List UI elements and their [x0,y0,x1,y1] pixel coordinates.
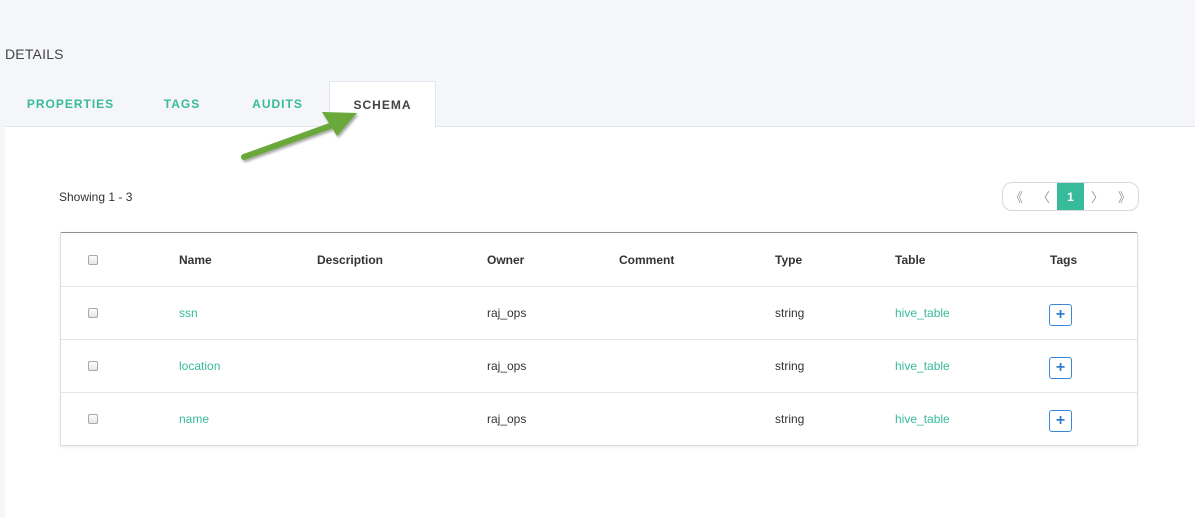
first-page-button[interactable]: 《 [1003,183,1030,210]
table-row: ssn raj_ops string hive_table + [61,287,1137,340]
schema-panel: Showing 1 - 3 《 〈 1 〉 》 Name Description… [5,126,1195,517]
column-type: string [775,306,805,320]
add-tag-button[interactable]: + [1049,304,1072,326]
column-owner: raj_ops [487,412,527,426]
column-type: string [775,412,805,426]
select-all-checkbox[interactable] [88,254,98,265]
tags-cell: + [1049,393,1072,445]
select-all-cell [88,233,98,286]
column-name-link[interactable]: name [179,393,209,445]
last-page-button[interactable]: 》 [1111,183,1138,210]
tab-audits[interactable]: AUDITS [228,81,327,127]
column-header-owner[interactable]: Owner [487,233,524,286]
next-page-button[interactable]: 〉 [1084,183,1111,210]
add-tag-button[interactable]: + [1049,410,1072,432]
pagination: 《 〈 1 〉 》 [1002,182,1139,211]
tab-properties[interactable]: PROPERTIES [5,81,136,127]
table-row: location raj_ops string hive_table + [61,340,1137,393]
schema-table: Name Description Owner Comment Type Tabl… [60,232,1138,446]
column-table-link[interactable]: hive_table [895,393,950,445]
column-header-table[interactable]: Table [895,233,925,286]
column-table-link[interactable]: hive_table [895,340,950,392]
page-1-button[interactable]: 1 [1057,183,1084,210]
row-select-cell [88,340,98,392]
tab-schema[interactable]: SCHEMA [329,81,436,128]
column-header-tags: Tags [1050,252,1078,267]
prev-page-button[interactable]: 〈 [1030,183,1057,210]
column-header-comment[interactable]: Comment [619,233,674,286]
row-checkbox[interactable] [88,361,98,371]
showing-count: Showing 1 - 3 [59,190,133,204]
column-name-link[interactable]: location [179,340,220,392]
column-header-type[interactable]: Type [775,233,802,286]
table-header-row: Name Description Owner Comment Type Tabl… [61,233,1137,287]
row-checkbox[interactable] [88,308,98,318]
tab-bar: PROPERTIES TAGS AUDITS SCHEMA [5,81,1195,128]
tags-cell: + [1049,287,1072,339]
tab-tags[interactable]: TAGS [136,81,228,127]
section-title: DETAILS [5,46,64,62]
table-row: name raj_ops string hive_table + [61,393,1137,445]
column-header-description[interactable]: Description [317,233,383,286]
add-tag-button[interactable]: + [1049,357,1072,379]
row-select-cell [88,393,98,445]
column-table-link[interactable]: hive_table [895,287,950,339]
row-checkbox[interactable] [88,414,98,424]
row-select-cell [88,287,98,339]
column-owner: raj_ops [487,359,527,373]
column-header-name[interactable]: Name [179,233,212,286]
column-type: string [775,359,805,373]
column-owner: raj_ops [487,306,527,320]
column-name-link[interactable]: ssn [179,287,198,339]
tags-cell: + [1049,340,1072,392]
